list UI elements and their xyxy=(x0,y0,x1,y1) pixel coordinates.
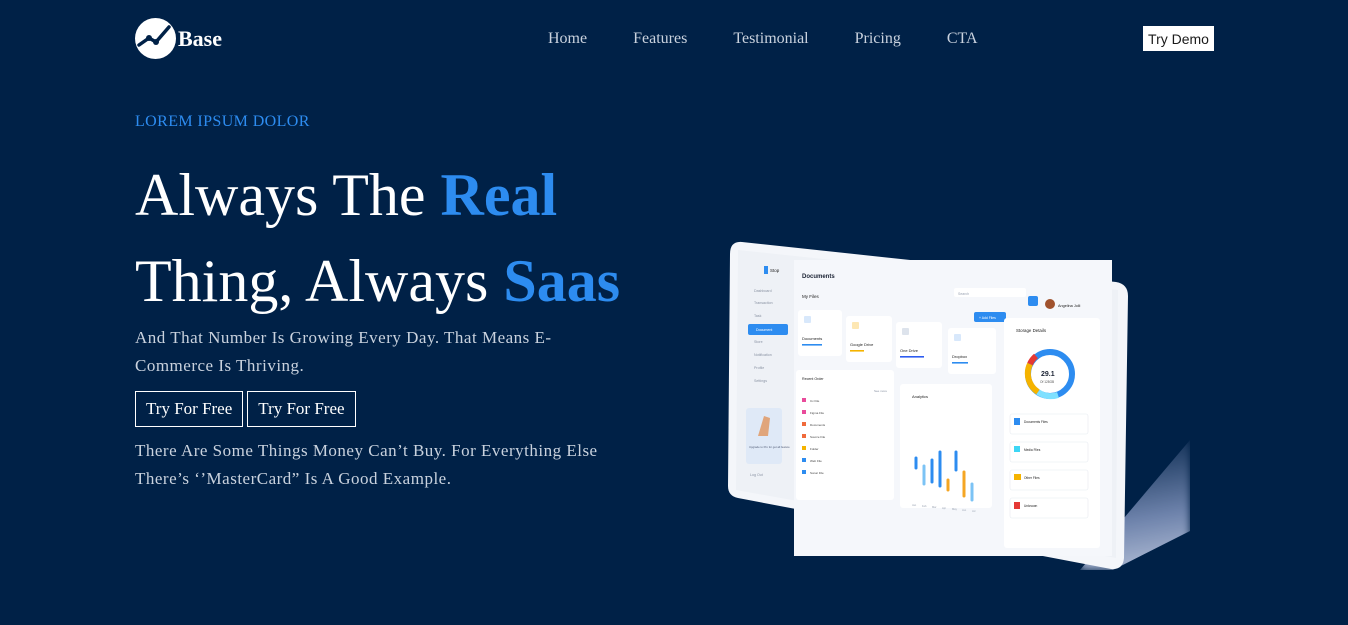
nav-pricing[interactable]: Pricing xyxy=(855,30,901,48)
folder-name-one-drive: One Drive xyxy=(900,348,919,353)
folder-name-documents: Documents xyxy=(802,336,822,341)
folder-progress xyxy=(900,356,924,358)
storage-item xyxy=(1009,469,1089,491)
mockup-side-transaction: Transaction xyxy=(754,301,773,305)
analytics-month: Apr xyxy=(942,506,946,510)
storage-item xyxy=(1009,497,1089,519)
folder-icon xyxy=(954,334,961,341)
hero-subtitle: And That Number Is Growing Every Day. Th… xyxy=(135,328,552,375)
storage-item xyxy=(1009,413,1089,435)
headline-accent-saas: Saas xyxy=(503,248,621,314)
file-icon xyxy=(802,410,806,414)
analytics-month: Jan xyxy=(912,503,917,507)
hero-eyebrow: LOREM IPSUM DOLOR xyxy=(135,113,310,130)
hero-headline: Always The Real Thing, Always Saas xyxy=(135,152,620,324)
mockup-search-placeholder: Search xyxy=(958,292,969,296)
mockup-my-files: My Files xyxy=(802,294,819,299)
storage-item-name: Unknown xyxy=(1024,504,1038,508)
folder-icon xyxy=(852,322,859,329)
mockup-add-files: + Add Files xyxy=(979,316,996,320)
folder-icon xyxy=(902,328,909,335)
storage-item-name: Other Files xyxy=(1024,476,1040,480)
analytics-month: Jun xyxy=(962,508,967,512)
mockup-page-title: Documents xyxy=(802,274,835,280)
mockup-storage: Storage Details 29.1 Of 128GB Documents … xyxy=(1004,318,1100,548)
recent-order-title: Recent Order xyxy=(802,377,824,381)
headline-line1: Always The Real xyxy=(135,162,558,228)
folder-progress xyxy=(802,344,822,346)
analytics-month: Mar xyxy=(932,505,937,509)
hero-buttons: Try For Free Try For Free xyxy=(135,391,360,427)
file-icon xyxy=(802,458,806,462)
mockup-brand: Stop xyxy=(770,268,780,273)
nav-cta[interactable]: CTA xyxy=(947,30,978,48)
logo[interactable]: Base xyxy=(135,18,222,59)
unknown-file-icon xyxy=(1014,502,1020,509)
file-icon xyxy=(802,446,806,450)
folder-name-dropbox: Dropbox xyxy=(952,354,967,359)
mockup-upgrade-text: Upgrade to Pro for get all feature xyxy=(749,445,790,449)
mockup-brand-icon xyxy=(764,266,768,274)
file-icon xyxy=(802,434,806,438)
storage-of: Of 128GB xyxy=(1040,380,1054,384)
file-icon xyxy=(802,398,806,402)
main-nav: Home Features Testimonial Pricing CTA xyxy=(548,30,1024,48)
tablet-illustration: Stop Dashboard Transaction Task Document… xyxy=(728,241,1128,570)
mockup-recent-order: Recent Order See more Cv File Figma File… xyxy=(796,370,894,500)
folder-icon xyxy=(804,316,811,323)
analytics-month: May xyxy=(952,507,958,511)
analytics-month: Feb xyxy=(922,504,927,508)
storage-item xyxy=(1009,441,1089,463)
dashboard-tablet-mockup: Stop Dashboard Transaction Task Document… xyxy=(728,240,1130,572)
media-icon xyxy=(1014,446,1020,452)
storage-value: 29.1 xyxy=(1041,371,1055,378)
headline-line2: Thing, Always Saas xyxy=(135,248,621,314)
logo-icon xyxy=(135,18,176,59)
mockup-search-button xyxy=(1028,296,1038,306)
try-for-free-button-2[interactable]: Try For Free xyxy=(247,391,356,427)
file-row: Source File xyxy=(810,435,826,439)
file-icon xyxy=(802,422,806,426)
document-icon xyxy=(1014,418,1020,425)
analytics-title: Analytics xyxy=(912,394,928,399)
nav-home[interactable]: Home xyxy=(548,30,587,48)
folder-icon xyxy=(1014,474,1021,480)
mockup-logout: Log Out xyxy=(750,473,763,477)
logo-text: Base xyxy=(178,25,222,51)
folder-name-google-drive: Google Drive xyxy=(850,342,874,347)
file-row: Documents xyxy=(810,423,826,427)
mockup-side-notification: Notification xyxy=(754,353,772,357)
analytics-month: Jul xyxy=(972,509,976,513)
hero-paragraph: There Are Some Things Money Can’t Buy. F… xyxy=(135,441,598,488)
storage-item-name: Documents Files xyxy=(1024,420,1048,424)
file-icon xyxy=(802,470,806,474)
recent-order-see-more: See more xyxy=(874,389,887,393)
mockup-analytics: Analytics Jan Feb Mar Apr May Jun Jul xyxy=(900,384,992,513)
mockup-side-settings: Settings xyxy=(754,379,767,383)
mockup-side-profile: Profile xyxy=(754,366,764,370)
folder-progress xyxy=(850,350,864,352)
folder-progress xyxy=(952,362,968,364)
mockup-side-task: Task xyxy=(754,314,762,318)
mockup-user-name: Angelina Jolli xyxy=(1058,304,1081,308)
try-for-free-button-1[interactable]: Try For Free xyxy=(135,391,244,427)
mockup-avatar xyxy=(1045,299,1055,309)
mockup-side-store: Store xyxy=(754,340,763,344)
file-row: Folder xyxy=(810,447,819,451)
file-row: Sonar File xyxy=(810,471,824,475)
file-row: Web File xyxy=(810,459,822,463)
storage-title: Storage Details xyxy=(1016,328,1047,333)
analytics-card xyxy=(900,384,992,508)
try-demo-button[interactable]: Try Demo xyxy=(1143,26,1214,51)
nav-features[interactable]: Features xyxy=(633,30,687,48)
mockup-side-document: Document xyxy=(756,328,772,332)
storage-item-name: Media Files xyxy=(1024,448,1041,452)
file-row: Cv File xyxy=(810,399,820,403)
mockup-side-dashboard: Dashboard xyxy=(754,289,772,293)
headline-accent-real: Real xyxy=(440,162,558,228)
nav-testimonial[interactable]: Testimonial xyxy=(733,30,808,48)
file-row: Figma File xyxy=(810,411,824,415)
